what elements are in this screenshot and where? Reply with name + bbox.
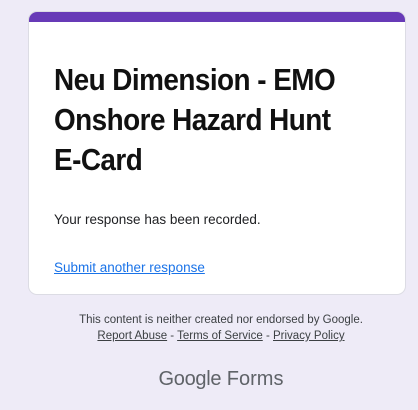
form-title: Neu Dimension - EMO Onshore Hazard Hunt … <box>54 62 336 177</box>
brand-google-text: Google <box>158 368 222 390</box>
google-forms-logo[interactable]: Google Forms <box>0 368 418 391</box>
submit-another-response-link[interactable]: Submit another response <box>54 260 205 275</box>
footer-separator: - <box>262 330 273 342</box>
report-abuse-link[interactable]: Report Abuse <box>97 330 167 342</box>
footer-links: Report Abuse - Terms of Service - Privac… <box>0 330 418 342</box>
terms-of-service-link[interactable]: Terms of Service <box>177 330 263 342</box>
confirmation-message: Your response has been recorded. <box>54 212 261 227</box>
brand-forms-text: Forms <box>226 368 284 390</box>
footer-separator: - <box>167 330 178 342</box>
privacy-policy-link[interactable]: Privacy Policy <box>273 330 345 342</box>
response-card: Neu Dimension - EMO Onshore Hazard Hunt … <box>29 12 405 294</box>
disclaimer-text: This content is neither created nor endo… <box>79 314 363 326</box>
card-accent-bar <box>29 12 405 22</box>
